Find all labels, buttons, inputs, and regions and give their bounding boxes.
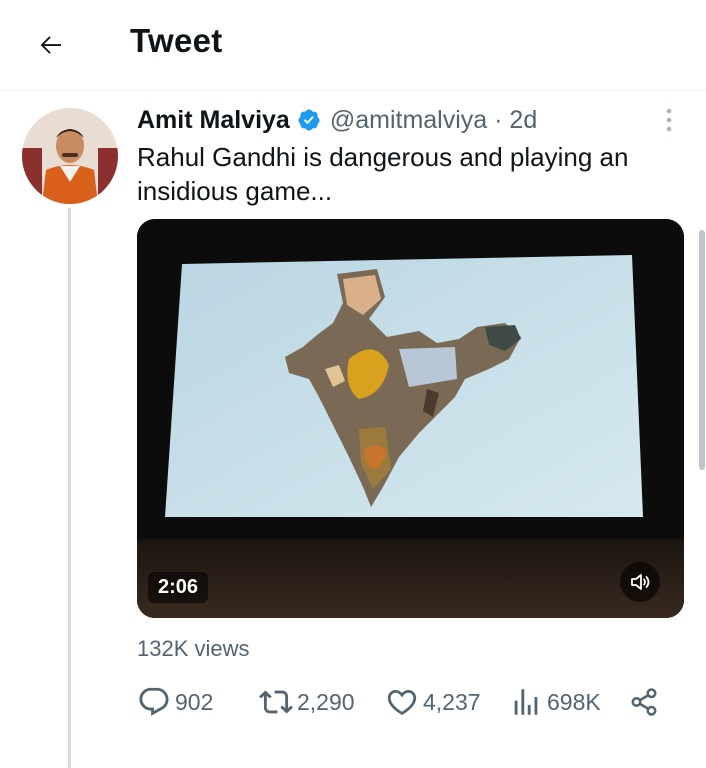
author-line: Amit Malviya @amitmalviya · 2d <box>137 102 537 138</box>
tweet-text: Rahul Gandhi is dangerous and playing an… <box>137 142 629 206</box>
retweet-icon <box>259 690 293 714</box>
author-name[interactable]: Amit Malviya <box>137 106 290 135</box>
video-player[interactable] <box>137 219 684 618</box>
page-title: Tweet <box>130 22 223 59</box>
views-button[interactable]: 698K <box>509 682 601 722</box>
mute-button[interactable] <box>620 562 660 602</box>
arrow-left-icon <box>40 36 61 54</box>
more-options-button[interactable] <box>655 106 683 134</box>
heart-icon <box>387 689 417 715</box>
back-button[interactable] <box>28 22 74 68</box>
reply-button[interactable]: 902 <box>137 682 213 722</box>
retweet-button[interactable]: 2,290 <box>259 682 355 722</box>
share-icon <box>631 688 657 716</box>
author-handle-time[interactable]: @amitmalviya · 2d <box>330 106 537 135</box>
like-button[interactable]: 4,237 <box>385 682 481 722</box>
verified-badge-icon <box>297 108 321 132</box>
analytics-icon <box>514 689 538 715</box>
more-vertical-icon <box>666 108 672 132</box>
views-stat-count: 698K <box>547 688 601 715</box>
like-count: 4,237 <box>423 688 481 715</box>
volume-icon <box>631 574 650 590</box>
retweet-count: 2,290 <box>297 688 355 715</box>
video-thumbnail <box>137 219 684 618</box>
share-button[interactable] <box>629 682 659 722</box>
reply-count: 902 <box>175 688 214 715</box>
avatar[interactable] <box>22 108 118 204</box>
thread-line <box>68 208 71 768</box>
views-count: 132K views <box>137 636 250 661</box>
action-bar: 902 2,290 4,237 698K <box>137 682 677 722</box>
reply-icon <box>139 687 169 716</box>
scrollbar[interactable] <box>699 230 705 470</box>
avatar-photo <box>22 108 118 204</box>
video-duration: 2:06 <box>148 572 209 603</box>
top-bar: Tweet <box>0 0 706 91</box>
